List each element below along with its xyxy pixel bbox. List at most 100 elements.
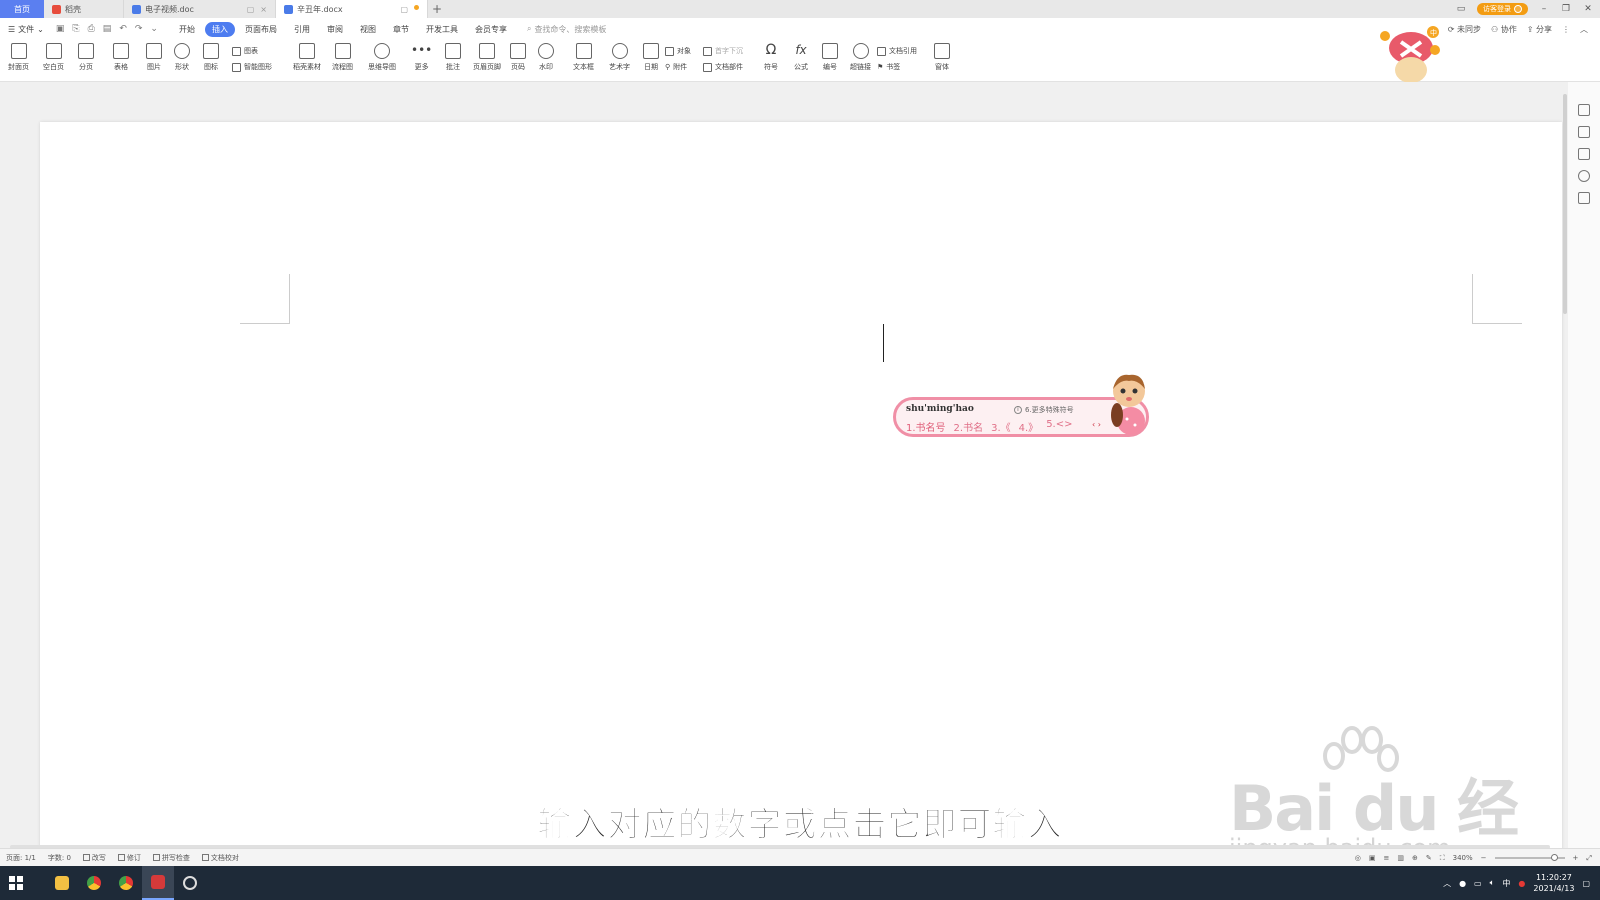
spell-check-toggle[interactable]: 拼写检查 — [152, 853, 190, 863]
mascot-sticker[interactable]: 中 — [1375, 26, 1447, 88]
undo-icon[interactable]: ↶ — [119, 24, 127, 34]
fit-page-icon[interactable]: ⛶ — [1440, 854, 1445, 863]
minimize-button[interactable]: – — [1538, 4, 1550, 14]
blank-page-button[interactable]: 空白页 — [43, 43, 64, 72]
backup-icon[interactable] — [1578, 192, 1590, 204]
input-method-indicator[interactable]: 中 — [1502, 878, 1510, 889]
mind-map-button[interactable]: 思维导图 — [368, 43, 396, 72]
security-icon[interactable]: ● — [1518, 879, 1525, 888]
watermark-button[interactable]: 水印 — [538, 43, 554, 72]
ime-page-arrows[interactable]: ‹ › — [1092, 420, 1101, 429]
attachment-button[interactable]: ⚲ 附件 — [665, 62, 687, 72]
ime-candidate-3[interactable]: 3.《 — [991, 419, 1011, 434]
write-view-icon[interactable]: ✎ — [1426, 854, 1432, 862]
picture-button[interactable]: 图片 — [146, 43, 162, 72]
notification-icon[interactable]: ▢ — [1582, 879, 1590, 888]
overwrite-toggle[interactable]: 改写 — [82, 853, 106, 863]
form-button[interactable]: 窗体 — [934, 43, 950, 72]
header-footer-button[interactable]: 页眉页脚 — [473, 43, 501, 72]
track-changes-toggle[interactable]: 修订 — [117, 853, 141, 863]
eye-protection-icon[interactable]: ◎ — [1355, 854, 1361, 862]
drop-cap-button[interactable]: 首字下沉 — [703, 46, 743, 56]
ime-more-symbols[interactable]: i 6.更多特殊符号 — [1014, 405, 1074, 415]
chrome-button[interactable] — [78, 866, 110, 900]
tab-active-document[interactable]: 辛丑年.docx ▢ — [276, 0, 428, 18]
tray-expand-icon[interactable]: ︿ — [1443, 878, 1451, 889]
menu-page-layout[interactable]: 页面布局 — [238, 22, 284, 37]
start-button[interactable] — [0, 866, 32, 900]
formula-button[interactable]: fx 公式 — [794, 43, 808, 72]
chart-button[interactable]: 图表 — [232, 46, 258, 56]
ime-page-nav[interactable]: ‹ › — [1092, 420, 1101, 429]
network-icon[interactable]: ▭ — [1474, 879, 1482, 888]
vertical-scroll-thumb[interactable] — [1563, 94, 1567, 314]
redo-icon[interactable]: ↷ — [135, 24, 143, 34]
print-preview-icon[interactable]: ▤ — [103, 24, 112, 34]
menu-review[interactable]: 审阅 — [320, 22, 350, 37]
hyperlink-button[interactable]: 超链接 — [850, 43, 871, 72]
adjust-sliders-icon[interactable] — [1578, 148, 1590, 160]
zoom-slider-knob[interactable] — [1550, 854, 1558, 861]
share-button[interactable]: ⇪ 分享 — [1527, 24, 1552, 35]
print-icon[interactable]: ⎙ — [88, 24, 95, 34]
more-button[interactable]: ••• 更多 — [411, 43, 432, 72]
table-button[interactable]: 表格 — [113, 43, 129, 72]
comment-button[interactable]: 批注 — [445, 43, 461, 72]
file-explorer-button[interactable] — [46, 866, 78, 900]
page-break-button[interactable]: 分页 — [78, 43, 94, 72]
ime-candidate-1[interactable]: 1.书名号 — [906, 419, 946, 434]
object-button[interactable]: 对象 — [665, 46, 691, 56]
tray-user-icon[interactable]: ● — [1459, 879, 1466, 888]
layout-icon[interactable]: ▭ — [1455, 4, 1467, 14]
zoom-level[interactable]: 340% — [1453, 854, 1473, 862]
monitor-icon[interactable]: ▢ — [247, 5, 255, 14]
cross-reference-button[interactable]: 文档引用 — [877, 46, 917, 56]
close-icon[interactable]: × — [260, 5, 267, 14]
edit-pen-icon[interactable] — [1578, 104, 1590, 116]
outline-view-icon[interactable]: ≡ — [1383, 854, 1389, 862]
smart-art-button[interactable]: 智能图形 — [232, 62, 272, 72]
date-button[interactable]: 日期 — [643, 43, 659, 72]
file-menu[interactable]: ☰ 文件 ⌄ — [8, 24, 44, 35]
page-number-button[interactable]: 页码 — [510, 43, 526, 72]
copy-format-icon[interactable]: ⎘ — [72, 24, 79, 34]
menu-start[interactable]: 开始 — [172, 22, 202, 37]
icons-button[interactable]: 图标 — [203, 43, 219, 72]
zoom-slider[interactable] — [1494, 854, 1565, 861]
fullscreen-icon[interactable]: ⤢ — [1586, 854, 1592, 863]
flowchart-button[interactable]: 流程图 — [332, 43, 353, 72]
ime-candidate-2[interactable]: 2.书名 — [954, 419, 984, 434]
word-art-button[interactable]: 艺术字 — [609, 43, 630, 72]
document-parts-button[interactable]: 文档部件 — [703, 62, 743, 72]
more-icon[interactable]: ⋮ — [1562, 25, 1570, 34]
menu-member[interactable]: 会员专享 — [468, 22, 514, 37]
save-icon[interactable]: ▣ — [56, 24, 65, 34]
customize-icon[interactable]: ⌄ — [150, 24, 158, 34]
select-cursor-icon[interactable] — [1578, 126, 1590, 138]
menu-view[interactable]: 视图 — [353, 22, 383, 37]
symbol-button[interactable]: Ω 符号 — [764, 43, 778, 72]
text-box-button[interactable]: 文本框 — [573, 43, 594, 72]
command-search[interactable]: ⌕ 查找命令、搜索模板 — [527, 24, 606, 35]
zoom-in-button[interactable]: + — [1573, 854, 1579, 862]
ime-candidate-4[interactable]: 4.》 — [1019, 419, 1039, 434]
menu-insert[interactable]: 插入 — [204, 21, 235, 37]
cover-page-button[interactable]: 封面页 — [8, 43, 29, 72]
new-tab-button[interactable]: + — [428, 0, 446, 18]
ime-candidate-5[interactable]: 5.<> — [1046, 419, 1072, 434]
help-icon[interactable] — [1578, 170, 1590, 182]
system-clock[interactable]: 11:20:27 2021/4/13 — [1533, 872, 1574, 894]
tab-docer[interactable]: 稻壳 — [44, 0, 124, 18]
reading-view-icon[interactable]: ▥ — [1397, 854, 1404, 862]
shape-button[interactable]: 形状 — [174, 43, 190, 72]
page-count[interactable]: 页面: 1/1 — [6, 853, 36, 863]
menu-chapter[interactable]: 章节 — [386, 22, 416, 37]
collaborate-button[interactable]: ⚇ 协作 — [1491, 24, 1517, 35]
numbering-button[interactable]: 编号 — [822, 43, 838, 72]
monitor-icon[interactable]: ▢ — [400, 5, 408, 14]
maximize-button[interactable]: ❐ — [1560, 4, 1572, 14]
obs-button[interactable] — [174, 866, 206, 900]
proofread-button[interactable]: 文档校对 — [201, 853, 239, 863]
menu-developer[interactable]: 开发工具 — [419, 22, 465, 37]
zoom-out-button[interactable]: − — [1481, 854, 1487, 862]
